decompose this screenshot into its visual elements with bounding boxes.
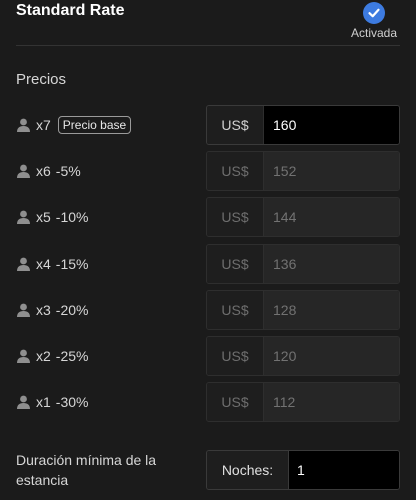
- discount-percent: -5%: [55, 163, 81, 180]
- price-row: x1 -30% US$ 112: [0, 382, 416, 423]
- discount-percent: -25%: [55, 348, 89, 364]
- nights-prefix: Noches:: [207, 451, 289, 489]
- price-field[interactable]: US$ 128: [206, 289, 400, 330]
- discount-percent: -20%: [55, 301, 89, 318]
- price-input[interactable]: 120: [264, 337, 399, 375]
- price-field[interactable]: US$ 144: [206, 197, 400, 238]
- price-row: x7 Precio base US$ 160: [0, 105, 416, 145]
- guest-count: x2: [36, 348, 51, 364]
- guest-count: x5: [36, 209, 51, 226]
- discount-percent: -10%: [55, 209, 89, 226]
- price-field[interactable]: US$ 160: [206, 105, 400, 145]
- price-field[interactable]: US$ 120: [206, 336, 400, 376]
- guest-count-label: x2 -25%: [16, 336, 88, 376]
- person-icon: [16, 303, 31, 317]
- price-input[interactable]: 112: [264, 383, 399, 422]
- guest-count: x7: [36, 117, 51, 133]
- header-divider: [16, 45, 400, 46]
- price-input[interactable]: 144: [264, 198, 399, 237]
- person-icon: [16, 118, 31, 132]
- min-stay-field[interactable]: Noches: 1: [206, 450, 400, 490]
- prices-section-title: Precios: [16, 71, 67, 88]
- min-stay-label: Duración mínima de la estancia: [16, 452, 157, 488]
- guest-count-label: x6 -5%: [16, 151, 81, 191]
- price-row: x6 -5% US$ 152: [0, 151, 416, 192]
- price-input[interactable]: 128: [264, 290, 399, 329]
- currency-prefix: US$: [207, 383, 264, 422]
- currency-prefix: US$: [207, 106, 264, 144]
- discount-percent: -30%: [55, 394, 89, 411]
- price-field[interactable]: US$ 112: [206, 382, 400, 423]
- currency-prefix: US$: [207, 152, 264, 191]
- status-toggle[interactable]: Activada: [348, 2, 400, 40]
- guest-count-label: x1 -30%: [16, 382, 88, 422]
- price-row: x4 -15% US$ 136: [0, 243, 416, 284]
- person-icon: [16, 210, 31, 225]
- guest-count-label: x7 Precio base: [16, 105, 132, 145]
- currency-prefix: US$: [207, 290, 264, 329]
- discount-percent: -15%: [55, 255, 89, 272]
- price-input[interactable]: 160: [264, 106, 399, 144]
- price-row: x3 -20% US$ 128: [0, 289, 416, 330]
- price-input[interactable]: 136: [264, 244, 399, 283]
- rate-settings-panel: Standard Rate Activada Precios x7 Precio …: [0, 0, 416, 500]
- guest-count: x3: [36, 301, 51, 318]
- rate-title: Standard Rate: [16, 2, 125, 19]
- price-row: x5 -10% US$ 144: [0, 197, 416, 238]
- min-stay-input[interactable]: 1: [289, 451, 399, 489]
- price-field[interactable]: US$ 136: [206, 243, 400, 284]
- status-label: Activada: [350, 26, 398, 40]
- guest-count-label: x5 -10%: [16, 197, 88, 237]
- price-row: x2 -25% US$ 120: [0, 336, 416, 376]
- rate-header: Standard Rate Activada: [0, 0, 416, 62]
- guest-count-label: x3 -20%: [16, 290, 88, 330]
- guest-count: x4: [36, 255, 51, 272]
- base-price-badge: Precio base: [57, 116, 132, 134]
- guest-count: x1: [36, 394, 51, 411]
- checkmark-icon[interactable]: [363, 2, 385, 24]
- currency-prefix: US$: [207, 337, 264, 375]
- person-icon: [16, 349, 31, 363]
- guest-count-label: x4 -15%: [16, 244, 88, 284]
- person-icon: [16, 257, 31, 271]
- currency-prefix: US$: [207, 244, 264, 283]
- person-icon: [16, 395, 31, 410]
- person-icon: [16, 164, 31, 179]
- price-field[interactable]: US$ 152: [206, 151, 400, 192]
- currency-prefix: US$: [207, 198, 264, 237]
- guest-count: x6: [36, 163, 51, 180]
- price-input[interactable]: 152: [264, 152, 399, 191]
